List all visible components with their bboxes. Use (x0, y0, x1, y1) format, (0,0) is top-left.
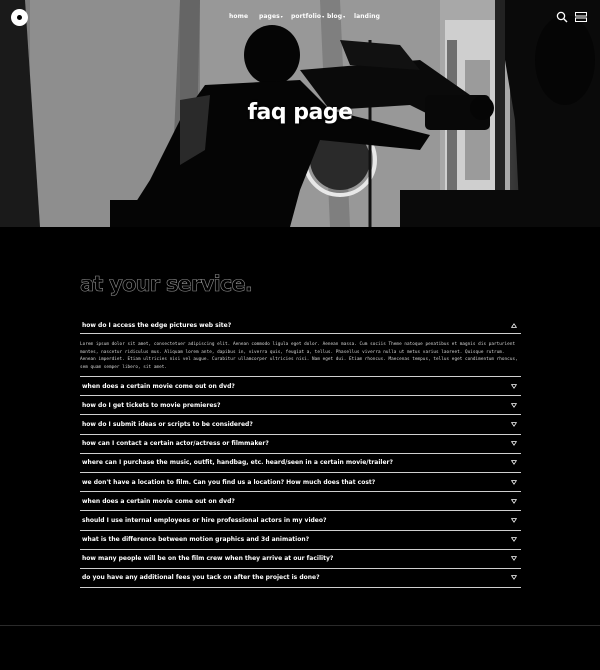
faq-question-toggle[interactable]: what is the difference between motion gr… (80, 531, 521, 549)
chevron-down-icon (510, 421, 517, 428)
faq-item: how many people will be on the film crew… (80, 550, 521, 569)
chevron-down-icon: ▾ (322, 14, 325, 19)
faq-question-toggle[interactable]: where can I purchase the music, outfit, … (80, 454, 521, 472)
faq-question-label: what is the difference between motion gr… (82, 536, 310, 544)
page-title: faq page (247, 100, 353, 125)
faq-item: when does a certain movie come out on dv… (80, 377, 521, 397)
chevron-down-icon (510, 440, 517, 447)
search-icon[interactable] (556, 11, 568, 23)
faq-question-label: we don't have a location to film. Can yo… (82, 478, 376, 486)
faq-item: should I use internal employees or hire … (80, 511, 521, 531)
faq-question-label: how do I access the edge pictures web si… (82, 322, 232, 329)
nav-item-landing[interactable]: landing (354, 13, 380, 20)
chevron-down-icon: ▾ (343, 14, 346, 19)
nav-item-blog[interactable]: blog▾ (327, 13, 345, 20)
faq-question-toggle[interactable]: how do I access the edge pictures web si… (80, 318, 521, 334)
faq-question-label: do you have any additional fees you tack… (82, 574, 320, 582)
faq-item: we don't have a location to film. Can yo… (80, 473, 521, 493)
nav-item-pages[interactable]: pages▾ (259, 13, 283, 20)
faq-question-toggle[interactable]: we don't have a location to film. Can yo… (80, 473, 521, 491)
faq-question-toggle[interactable]: how many people will be on the film crew… (80, 550, 521, 568)
faq-question-label: how many people will be on the film crew… (82, 555, 334, 563)
faq-question-label: should I use internal employees or hire … (82, 516, 327, 524)
section-heading: at your service. (80, 272, 254, 297)
faq-question-toggle[interactable]: should I use internal employees or hire … (80, 511, 521, 529)
chevron-down-icon (510, 402, 517, 409)
faq-item: where can I purchase the music, outfit, … (80, 454, 521, 473)
chevron-down-icon: ▾ (280, 14, 283, 19)
chevron-up-icon (510, 322, 517, 329)
faq-question-label: how can I contact a certain actor/actres… (82, 440, 269, 448)
faq-question-label: how do I get tickets to movie premieres? (82, 401, 221, 409)
faq-item: how can I contact a certain actor/actres… (80, 435, 521, 454)
faq-question-label: where can I purchase the music, outfit, … (82, 459, 393, 467)
chevron-down-icon (510, 383, 517, 390)
faq-item: what is the difference between motion gr… (80, 531, 521, 550)
chevron-down-icon (510, 517, 517, 524)
chevron-down-icon (510, 536, 517, 543)
faq-question-label: how do I submit ideas or scripts to be c… (82, 420, 253, 428)
faq-question-toggle[interactable]: how do I get tickets to movie premieres? (80, 396, 521, 414)
chevron-down-icon (510, 498, 517, 505)
faq-question-toggle[interactable]: do you have any additional fees you tack… (80, 569, 521, 587)
faq-item: do you have any additional fees you tack… (80, 569, 521, 589)
faq-answer: Lorem ipsum dolor sit amet, consectetuer… (80, 342, 518, 370)
faq-item: how do I access the edge pictures web si… (80, 318, 521, 377)
chevron-down-icon (510, 479, 517, 486)
faq-question-toggle[interactable]: how do I submit ideas or scripts to be c… (80, 415, 521, 433)
chevron-down-icon (510, 574, 517, 581)
faq-accordion: how do I access the edge pictures web si… (80, 318, 521, 589)
hero-banner: home pages▾ portfolio▾ blog▾ landing faq… (0, 0, 600, 227)
main-nav: home pages▾ portfolio▾ blog▾ landing (0, 13, 600, 25)
footer-divider (0, 625, 600, 626)
faq-question-label: when does a certain movie come out on dv… (82, 497, 235, 505)
chevron-down-icon (510, 459, 517, 466)
faq-question-label: when does a certain movie come out on dv… (82, 382, 235, 390)
faq-question-toggle[interactable]: when does a certain movie come out on dv… (80, 492, 521, 510)
menu-icon[interactable] (575, 12, 587, 22)
faq-question-toggle[interactable]: when does a certain movie come out on dv… (80, 377, 521, 395)
faq-question-toggle[interactable]: how can I contact a certain actor/actres… (80, 435, 521, 453)
faq-item: how do I submit ideas or scripts to be c… (80, 415, 521, 435)
faq-item: when does a certain movie come out on dv… (80, 492, 521, 512)
chevron-down-icon (510, 555, 517, 562)
faq-item: how do I get tickets to movie premieres? (80, 396, 521, 416)
nav-item-portfolio[interactable]: portfolio▾ (291, 13, 324, 20)
nav-item-home[interactable]: home (229, 13, 248, 20)
